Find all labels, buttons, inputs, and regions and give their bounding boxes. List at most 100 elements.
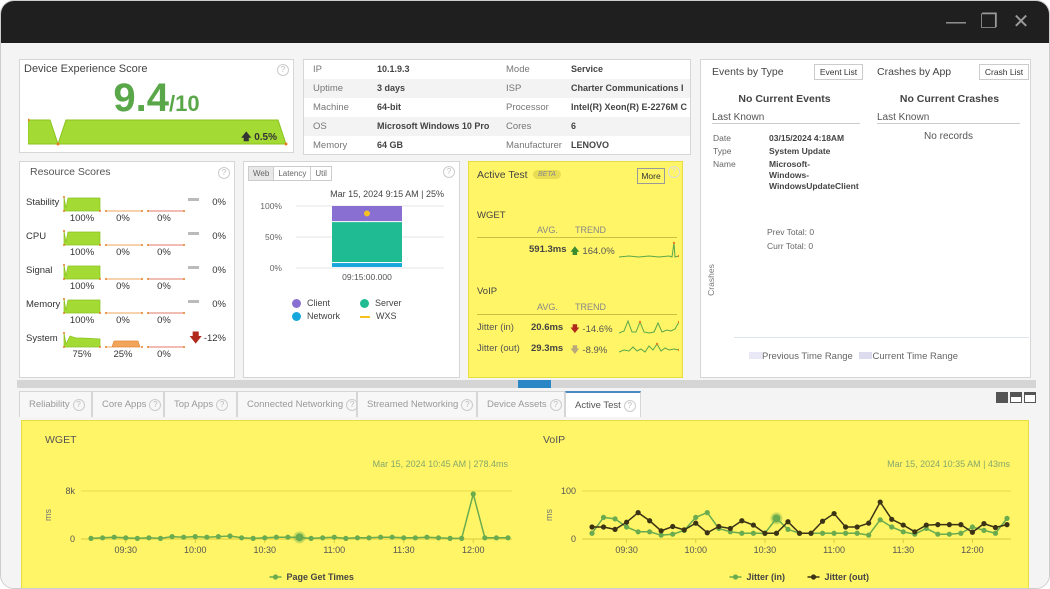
good-sparkline xyxy=(63,332,101,348)
legend-marker xyxy=(810,574,817,580)
data-point xyxy=(854,524,860,530)
wget-trend: 🡅 164.0% xyxy=(570,246,615,257)
resource-sparklines xyxy=(63,230,185,246)
data-point xyxy=(623,524,630,530)
info-key: Cores xyxy=(506,121,532,132)
wget-chart-annotation: Mar 15, 2024 10:45 AM | 278.4ms xyxy=(372,459,508,469)
close-icon[interactable]: ✕ xyxy=(1010,12,1032,32)
trend-value: 0% xyxy=(212,231,226,242)
help-icon[interactable]: ? xyxy=(443,166,455,178)
help-icon[interactable]: ? xyxy=(149,399,162,411)
tab-active-test[interactable]: Active Test? xyxy=(565,391,641,417)
tab-core-apps[interactable]: Core Apps? xyxy=(92,391,164,417)
data-point xyxy=(308,535,314,541)
tab-device-assets[interactable]: Device Assets? xyxy=(477,391,565,417)
layout-icon-1[interactable] xyxy=(996,392,1008,403)
tab-connected-networking[interactable]: Connected Networking? xyxy=(237,391,359,417)
info-value: Service xyxy=(571,64,604,74)
data-point xyxy=(192,534,198,540)
data-point xyxy=(123,535,129,541)
warn-pct: 0% xyxy=(116,315,130,326)
data-point xyxy=(854,530,860,536)
avg-header: AVG. xyxy=(537,225,558,235)
data-point xyxy=(1004,522,1010,528)
tab-web[interactable]: Web xyxy=(249,167,275,180)
layout-icon-2[interactable] xyxy=(1010,392,1022,403)
info-key: Manufacturer xyxy=(506,140,562,151)
help-icon[interactable]: ? xyxy=(216,399,229,411)
y-tick-label: 100% xyxy=(260,201,282,211)
tab-reliability[interactable]: Reliability? xyxy=(19,391,92,417)
warn-sparkline xyxy=(106,340,141,348)
bad-pct: 0% xyxy=(157,315,171,326)
crashes-title: Crashes by App xyxy=(877,66,952,78)
data-point xyxy=(750,530,756,536)
tab-label: Top Apps xyxy=(174,399,214,410)
legend-label: WXS xyxy=(376,311,397,321)
panel-splitter[interactable] xyxy=(17,380,1036,388)
tab-latency[interactable]: Latency xyxy=(274,167,312,180)
help-icon[interactable]: ? xyxy=(461,399,474,411)
prev-total: Prev Total: 0 xyxy=(767,227,815,237)
info-key: Mode xyxy=(506,64,530,75)
data-point xyxy=(946,522,952,528)
help-icon[interactable]: ? xyxy=(549,399,562,411)
tab-streamed-networking[interactable]: Streamed Networking? xyxy=(357,391,477,417)
data-point xyxy=(493,535,500,541)
data-point xyxy=(285,534,291,540)
resource-label: CPU xyxy=(26,231,47,242)
data-point xyxy=(969,524,976,530)
good-pct: 100% xyxy=(69,281,95,292)
info-row: IP 10.1.9.3 Mode Service xyxy=(304,60,690,79)
data-point xyxy=(923,522,929,528)
data-point xyxy=(819,518,826,524)
event-detail-value: System Update xyxy=(769,146,831,156)
data-point xyxy=(600,514,607,520)
info-value: 3 days xyxy=(377,83,406,93)
help-icon[interactable]: ? xyxy=(623,400,636,412)
minimize-icon[interactable]: — xyxy=(945,12,967,32)
layout-icon-3[interactable] xyxy=(1024,392,1036,403)
data-point xyxy=(505,535,511,541)
data-point xyxy=(435,535,442,541)
data-point xyxy=(389,534,395,540)
legend-marker xyxy=(360,315,370,318)
voip-chart-annotation: Mar 15, 2024 10:35 AM | 43ms xyxy=(887,459,1010,469)
tab-top-apps[interactable]: Top Apps? xyxy=(164,391,237,417)
help-icon[interactable]: ? xyxy=(668,166,680,178)
wget-chart-title: WGET xyxy=(45,434,77,446)
info-value: LENOVO xyxy=(571,140,610,150)
data-point xyxy=(843,524,849,530)
data-point xyxy=(877,499,883,505)
data-point xyxy=(981,527,987,533)
data-point xyxy=(250,535,256,541)
help-icon[interactable]: ? xyxy=(218,167,230,179)
event-detail-key: Type xyxy=(713,146,732,156)
restore-icon[interactable]: ❐ xyxy=(978,12,1000,32)
events-status: No Current Events xyxy=(738,93,831,105)
jitter-out-trend: 🡇 -8.9% xyxy=(570,345,608,356)
trend-value: -12% xyxy=(203,333,226,344)
event-list-button[interactable]: Event List xyxy=(814,64,863,80)
bad-pct: 0% xyxy=(157,213,171,224)
no-records: No records xyxy=(924,131,973,142)
splitter-handle[interactable] xyxy=(518,380,551,388)
data-point xyxy=(785,526,791,532)
good-sparkline xyxy=(63,196,101,212)
help-icon[interactable]: ? xyxy=(72,399,85,411)
crashes-status: No Current Crashes xyxy=(899,93,1000,105)
warn-pct: 25% xyxy=(113,349,133,360)
data-point xyxy=(693,520,699,526)
help-icon[interactable]: ? xyxy=(277,64,289,76)
score-value: 9.4/10 xyxy=(113,76,200,120)
data-point xyxy=(727,525,733,532)
x-tick-label: 10:30 xyxy=(754,545,777,555)
more-button[interactable]: More xyxy=(637,168,665,184)
data-point xyxy=(331,534,337,540)
crash-list-button[interactable]: Crash List xyxy=(979,64,1029,80)
good-sparkline xyxy=(63,298,101,314)
y-tick-label: 50% xyxy=(265,232,282,242)
voip-title: VoIP xyxy=(477,286,498,297)
tab-util[interactable]: Util xyxy=(311,167,331,180)
web-latency-panel: Web Latency Util ? Mar 15, 2024 9:15 AM … xyxy=(243,161,460,378)
